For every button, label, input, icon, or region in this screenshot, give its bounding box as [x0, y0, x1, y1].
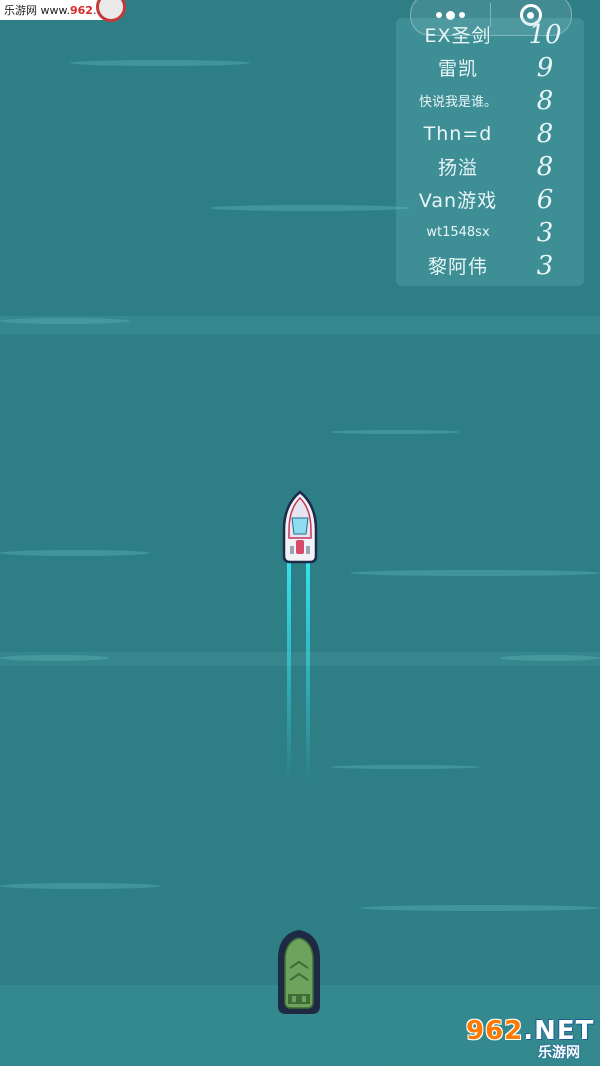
water-streak: [0, 655, 110, 661]
player-score: 3: [536, 250, 554, 281]
water-streak: [210, 205, 410, 211]
leaderboard-row: 黎阿伟 3: [396, 249, 584, 282]
leaderboard-row: Van游戏 6: [396, 183, 584, 216]
player-score: 8: [536, 85, 554, 116]
water-streak: [0, 550, 150, 556]
game-stage[interactable]: 乐游网 www.962.net EX圣剑 10 雷凯 9 快说我是谁。 8 Th…: [0, 0, 600, 1066]
player-name: 黎阿伟: [427, 256, 488, 278]
water-streak: [360, 905, 600, 911]
watermark-logo-number: 962: [466, 1016, 524, 1046]
enemy-patrol-boat: [278, 930, 320, 1014]
player-name: 扬溢: [437, 157, 478, 179]
player-score: 8: [536, 118, 554, 149]
player-score: 8: [536, 151, 554, 182]
leaderboard-row: wt1548sx 3: [396, 216, 584, 249]
player-name: Thn=d: [423, 122, 493, 145]
player-name: EX圣剑: [424, 25, 492, 47]
player-name: Van游戏: [418, 190, 498, 212]
player-score: 6: [536, 184, 554, 215]
player-score: 10: [528, 19, 562, 50]
watermark-site-name: 乐游网: [538, 1045, 580, 1061]
leaderboard: EX圣剑 10 雷凯 9 快说我是谁。 8 Thn=d 8 扬溢 8 Van游戏…: [396, 18, 584, 286]
water-streak: [0, 883, 160, 889]
watermark-url-prefix: www.: [40, 3, 70, 17]
water-streak: [330, 765, 480, 769]
water-streak: [350, 570, 600, 576]
leaderboard-row: EX圣剑 10: [396, 18, 584, 51]
wake-trail-left: [287, 562, 291, 782]
water-streak: [70, 60, 250, 66]
player-speedboat[interactable]: [280, 490, 320, 566]
water-streak: [330, 430, 460, 434]
watermark-site-name: 乐游网: [4, 4, 37, 17]
water-streak: [0, 318, 130, 324]
player-name: 雷凯: [437, 58, 478, 80]
player-name: 快说我是谁。: [418, 95, 497, 110]
leaderboard-row: Thn=d 8: [396, 117, 584, 150]
leaderboard-row: 雷凯 9: [396, 51, 584, 84]
watermark-url-number: 962: [69, 3, 93, 17]
leaderboard-row: 扬溢 8: [396, 150, 584, 183]
site-watermark-bottom: 962.NET 乐游网: [462, 1012, 598, 1062]
water-streak: [500, 655, 600, 661]
player-name: wt1548sx: [426, 225, 490, 240]
wake-trail-right: [306, 562, 310, 782]
player-score: 9: [536, 52, 554, 83]
leaderboard-row: 快说我是谁。 8: [396, 84, 584, 117]
player-score: 3: [536, 217, 554, 248]
